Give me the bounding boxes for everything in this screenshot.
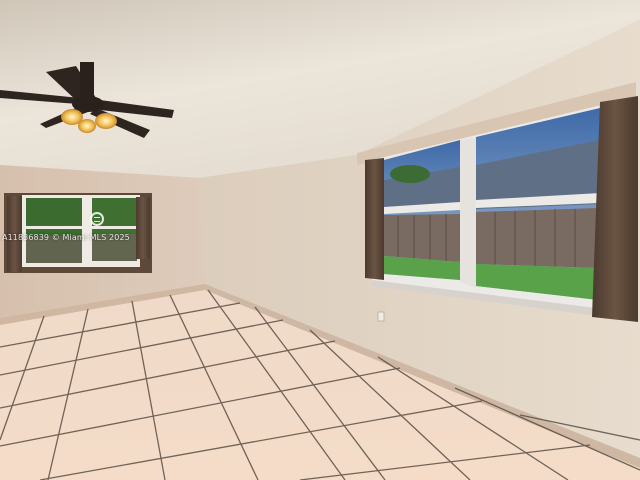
watermark-listing-id: A11836839 xyxy=(2,233,50,242)
wall-outlet xyxy=(377,311,385,322)
photo-watermark: A11836839 © Miami MLS 2025 xyxy=(2,233,130,243)
mls-ring-logo-icon xyxy=(90,212,104,226)
fan-light-right xyxy=(95,113,117,129)
room-photo: A11836839 © Miami MLS 2025 xyxy=(0,0,640,480)
fan-light-bottom xyxy=(78,119,96,133)
watermark-copyright: © Miami MLS 2025 xyxy=(51,233,130,242)
